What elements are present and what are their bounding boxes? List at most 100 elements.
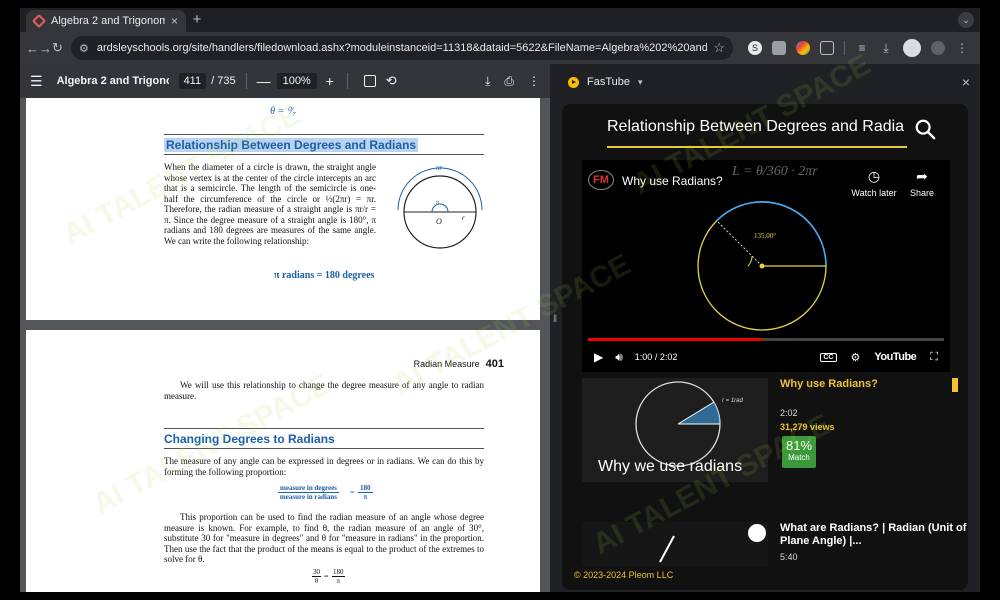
captions-icon[interactable]: CC [820, 352, 837, 362]
search-input[interactable]: Relationship Between Degrees and Radia [607, 118, 907, 144]
player-right-controls: CC ⚙ YouTube ⛶ [820, 351, 938, 364]
section-title: Relationship Between Degrees and Radians [164, 138, 419, 152]
pdf-separator [245, 73, 247, 89]
channel-badge[interactable]: FM [588, 170, 614, 190]
watch-later-button[interactable]: ◷ Watch later [844, 168, 904, 198]
extension-color-icon[interactable] [796, 41, 810, 55]
reading-list-icon[interactable]: ≡ [855, 41, 869, 55]
pdf-more-icon[interactable]: ⋮ [528, 74, 540, 89]
pdf-download-icon[interactable]: ⤓ [485, 74, 490, 89]
pdf-viewport[interactable]: θ = ⁰⁄₇ Relationship Between Degrees and… [20, 98, 550, 592]
match-badge: 81% Match [782, 436, 816, 468]
match-label: Match [788, 453, 810, 462]
fastube-body: Relationship Between Degrees and Radia F… [562, 104, 968, 590]
result-title[interactable]: What are Radians? | Radian (Unit of Plan… [780, 522, 968, 548]
video-title[interactable]: Why use Radians? [622, 174, 723, 188]
video-progress-fill [588, 338, 763, 341]
browser-toolbar: ← → ↻ ⚙ ardsleyschools.org/site/handlers… [20, 32, 980, 64]
pdf-menu-icon[interactable]: ☰ [30, 73, 43, 90]
extensions-area: S ≡ ⤓ ⋮ [743, 39, 974, 57]
volume-icon[interactable]: 🔊︎ [615, 350, 623, 365]
search-underline [607, 146, 907, 148]
semicircle-diagram: πr π O r [397, 164, 483, 249]
formula-pi-radians: π radians = 180 degrees [274, 270, 375, 281]
result-thumbnail[interactable]: r = 1rad Why we use radians [582, 378, 768, 482]
side-panel-header: FasTube ▾ × [560, 64, 980, 100]
thumbnail-line [659, 535, 675, 563]
pdf-page: Radian Measure 401 We will use this relat… [26, 330, 540, 592]
reload-icon[interactable]: ↻ [52, 40, 63, 56]
extensions-puzzle-icon[interactable] [820, 41, 834, 55]
settings-gear-icon[interactable]: ⚙ [851, 351, 861, 364]
angle-pi-label: π [436, 200, 439, 206]
result-title[interactable]: Why use Radians? [780, 378, 958, 391]
zoom-level-input[interactable]: 100% [276, 73, 317, 89]
clock-icon: ◷ [867, 168, 881, 184]
url-text: ardsleyschools.org/site/handlers/filedow… [96, 42, 708, 54]
thumbnail-caption: Why we use radians [598, 458, 743, 475]
address-bar[interactable]: ⚙ ardsleyschools.org/site/handlers/filed… [71, 36, 733, 60]
new-tab-button[interactable]: + [188, 11, 206, 28]
side-panel-icon[interactable] [903, 39, 921, 57]
section-rule [164, 428, 484, 429]
paragraph-text: When the diameter of a circle is drawn, … [164, 162, 376, 246]
side-panel-title: FasTube [587, 76, 631, 88]
fastube-logo-icon [568, 76, 579, 88]
copyright-text: © 2023-2024 Pleom LLC [574, 570, 674, 580]
section-rule [164, 134, 484, 135]
pdf-actions: ⤓ ⎙ ⋮ [485, 74, 540, 89]
panel-resize-handle[interactable]: ‖ [550, 64, 560, 592]
back-icon[interactable]: ← [26, 41, 39, 56]
proportion-rhs: 180 π [358, 484, 373, 501]
pdf-separator [346, 73, 348, 89]
extension-box-icon[interactable] [772, 41, 786, 55]
zoom-in-button[interactable]: + [323, 73, 337, 89]
active-marker [952, 378, 958, 392]
side-panel-close-button[interactable]: × [962, 74, 970, 90]
center-o-label: O [436, 217, 442, 226]
rotate-icon[interactable]: ⟲ [386, 73, 397, 89]
result-duration: 5:40 [780, 552, 798, 562]
pdf-print-icon[interactable]: ⎙ [504, 74, 514, 89]
zoom-out-button[interactable]: — [257, 73, 271, 89]
match-percent: 81% [785, 438, 813, 453]
toolbar-separator [844, 41, 845, 55]
equation-right: 180 π [332, 568, 345, 585]
page-total: / 735 [211, 75, 236, 87]
channel-avatar[interactable] [748, 524, 766, 542]
forward-icon[interactable]: → [39, 41, 52, 56]
proportion-fraction: measure in degrees measure in radians [278, 484, 339, 501]
fullscreen-icon[interactable]: ⛶ [930, 351, 938, 364]
result-item[interactable]: r = 1rad Why we use radians Why use Radi… [582, 378, 958, 486]
tab-strip: Algebra 2 and Trigonometry × + ⌄ [20, 8, 980, 32]
video-player[interactable]: FM Why use Radians? L = θ/360 · 2πr ◷ Wa… [582, 160, 950, 372]
result-thumbnail[interactable] [582, 522, 768, 566]
panel-dropdown-icon[interactable]: ▾ [638, 77, 643, 88]
pdf-title: Algebra 2 and Trigono... [56, 75, 169, 87]
favicon-icon [31, 13, 47, 29]
site-info-icon[interactable]: ⚙ [79, 42, 89, 55]
search-icon[interactable] [914, 118, 936, 140]
page-number-input[interactable]: 411 [178, 73, 207, 89]
pdf-toolbar: ☰ Algebra 2 and Trigono... 411 / 735 — 1… [20, 64, 550, 98]
bookmark-star-icon[interactable]: ☆ [713, 40, 725, 56]
play-icon[interactable]: ▶ [594, 350, 603, 364]
tab-search-icon[interactable]: ⌄ [958, 12, 974, 28]
video-circle-diagram: 135.00° [697, 201, 827, 331]
browser-tab[interactable]: Algebra 2 and Trigonometry × [26, 10, 186, 32]
paragraph-text: This proportion can be used to find the … [164, 512, 484, 564]
extension-s-icon[interactable]: S [748, 41, 762, 55]
fit-page-icon[interactable] [363, 75, 376, 87]
download-icon[interactable]: ⤓ [879, 41, 893, 55]
thumb-label: r = 1rad [722, 398, 744, 404]
tab-close-button[interactable]: × [171, 14, 178, 28]
radius-r-label: r [462, 214, 465, 222]
video-progress-bar[interactable] [588, 338, 944, 341]
side-panel: FasTube ▾ × Relationship Between Degrees… [560, 64, 980, 592]
profile-avatar[interactable] [931, 41, 945, 55]
menu-dots-icon[interactable]: ⋮ [955, 41, 969, 55]
arc-label: πr [436, 164, 443, 172]
youtube-logo[interactable]: YouTube [874, 351, 916, 363]
intro-paragraph: We will use this relationship to change … [164, 380, 484, 401]
share-button[interactable]: ➦ Share [904, 168, 940, 198]
